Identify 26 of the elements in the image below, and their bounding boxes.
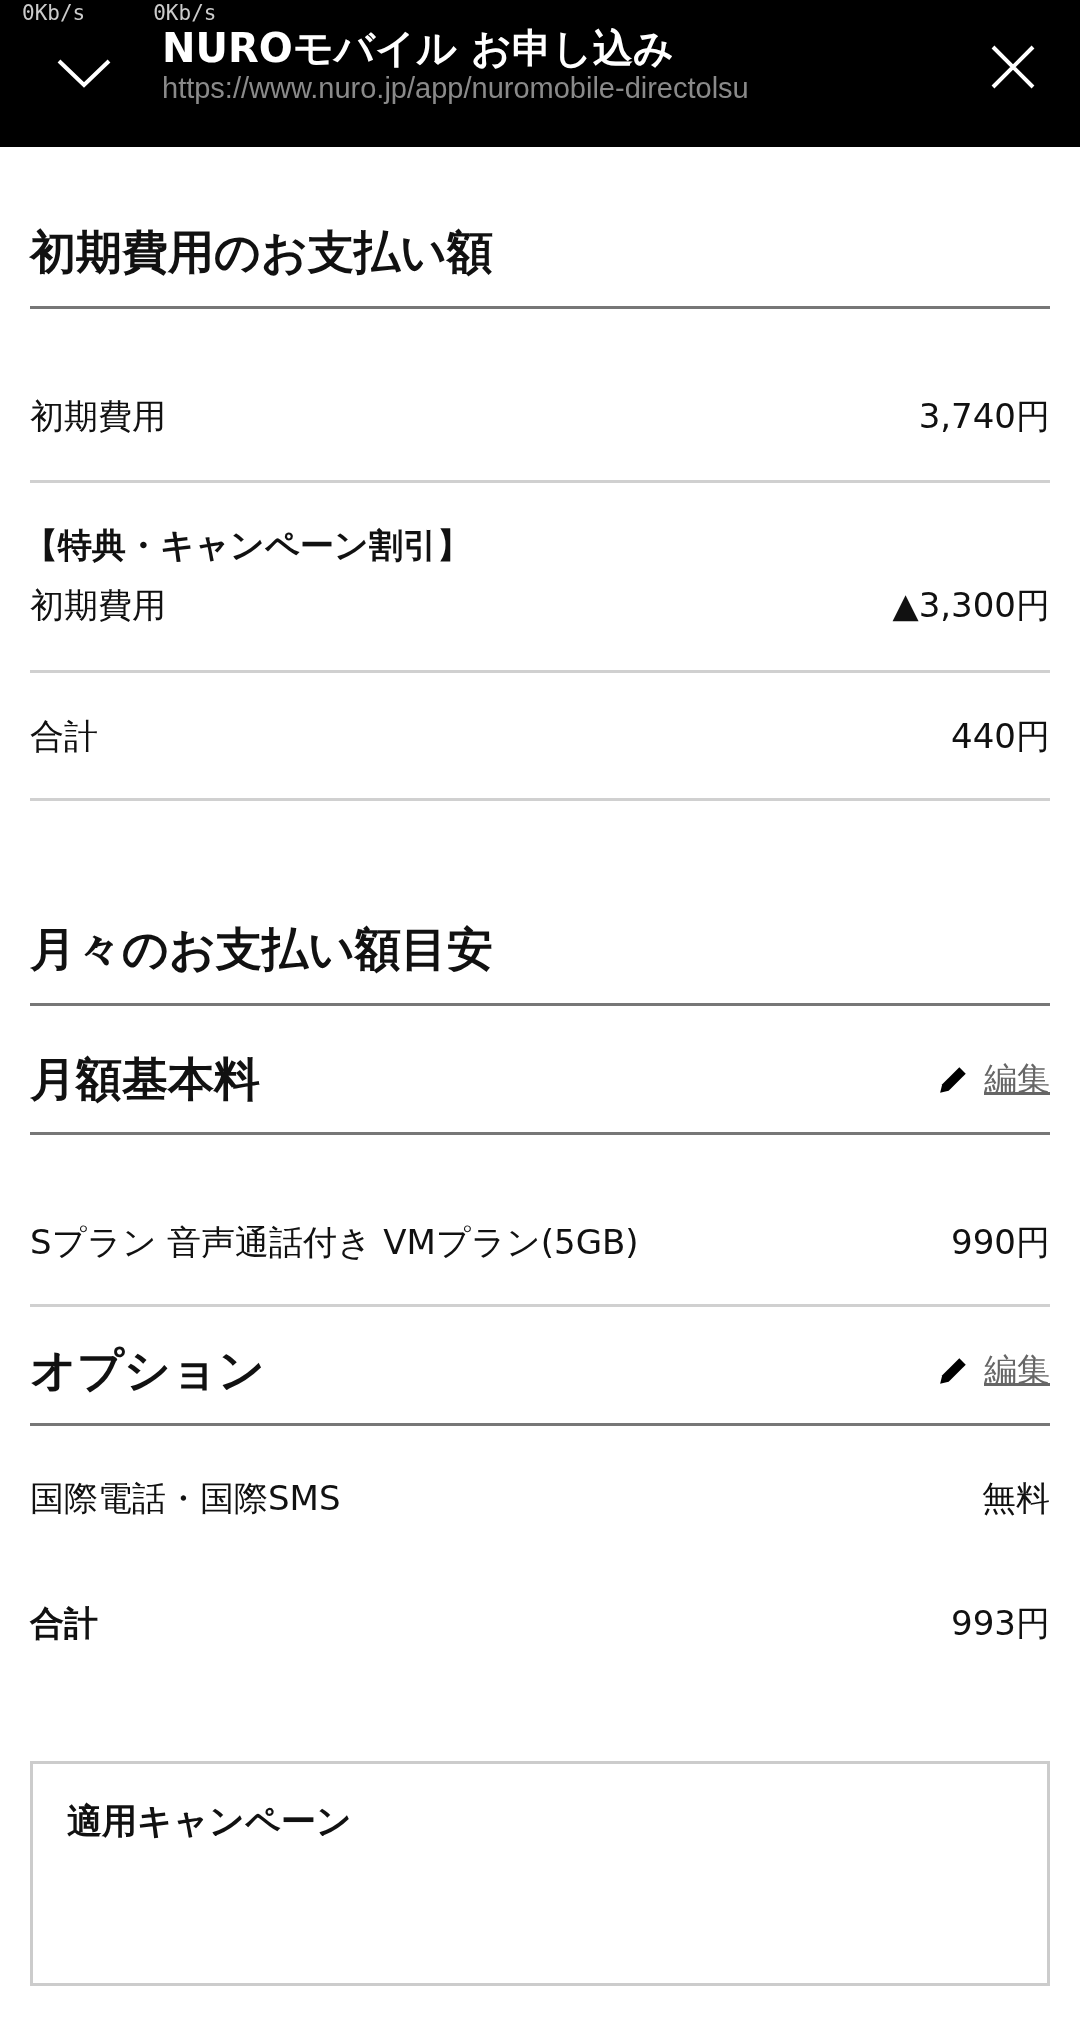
fee-label: 初期費用 — [30, 584, 166, 627]
campaign-box-title: 適用キャンペーン — [67, 1801, 352, 1841]
fee-amount: 993円 — [951, 1602, 1050, 1645]
fee-amount: 990円 — [951, 1221, 1050, 1264]
fee-label: 国際電話・国際SMS — [30, 1477, 341, 1520]
edit-link[interactable]: 編集 — [984, 1057, 1050, 1101]
fee-label: Sプラン 音声通話付き VMプラン(5GB) — [30, 1221, 639, 1264]
fee-amount: 440円 — [951, 715, 1050, 758]
page-title: NUROモバイル お申し込み — [162, 26, 674, 70]
subsection-heading: オプション — [30, 1342, 265, 1398]
fee-label: 合計 — [30, 1602, 98, 1645]
fee-amount: 3,740円 — [918, 395, 1050, 438]
close-icon[interactable] — [990, 44, 1036, 90]
fee-amount: ▲3,300円 — [892, 584, 1050, 627]
page-url: https://www.nuro.jp/app/nuromobile-directolsu — [162, 71, 749, 106]
network-speed: 0Kb/s — [22, 0, 86, 26]
fee-label: 合計 — [30, 715, 98, 758]
fee-label: 初期費用 — [30, 395, 166, 438]
fee-amount: 無料 — [982, 1477, 1050, 1520]
edit-link[interactable]: 編集 — [984, 1348, 1050, 1392]
network-speed: 0Kb/s — [153, 0, 217, 26]
collapse-chevron-icon[interactable] — [56, 58, 112, 88]
section-heading: 月々のお支払い額目安 — [30, 921, 493, 977]
subsection-heading: 月額基本料 — [30, 1051, 260, 1107]
section-heading: 初期費用のお支払い額 — [30, 224, 493, 280]
discount-heading: 【特典・キャンペーン割引】 — [24, 524, 471, 567]
